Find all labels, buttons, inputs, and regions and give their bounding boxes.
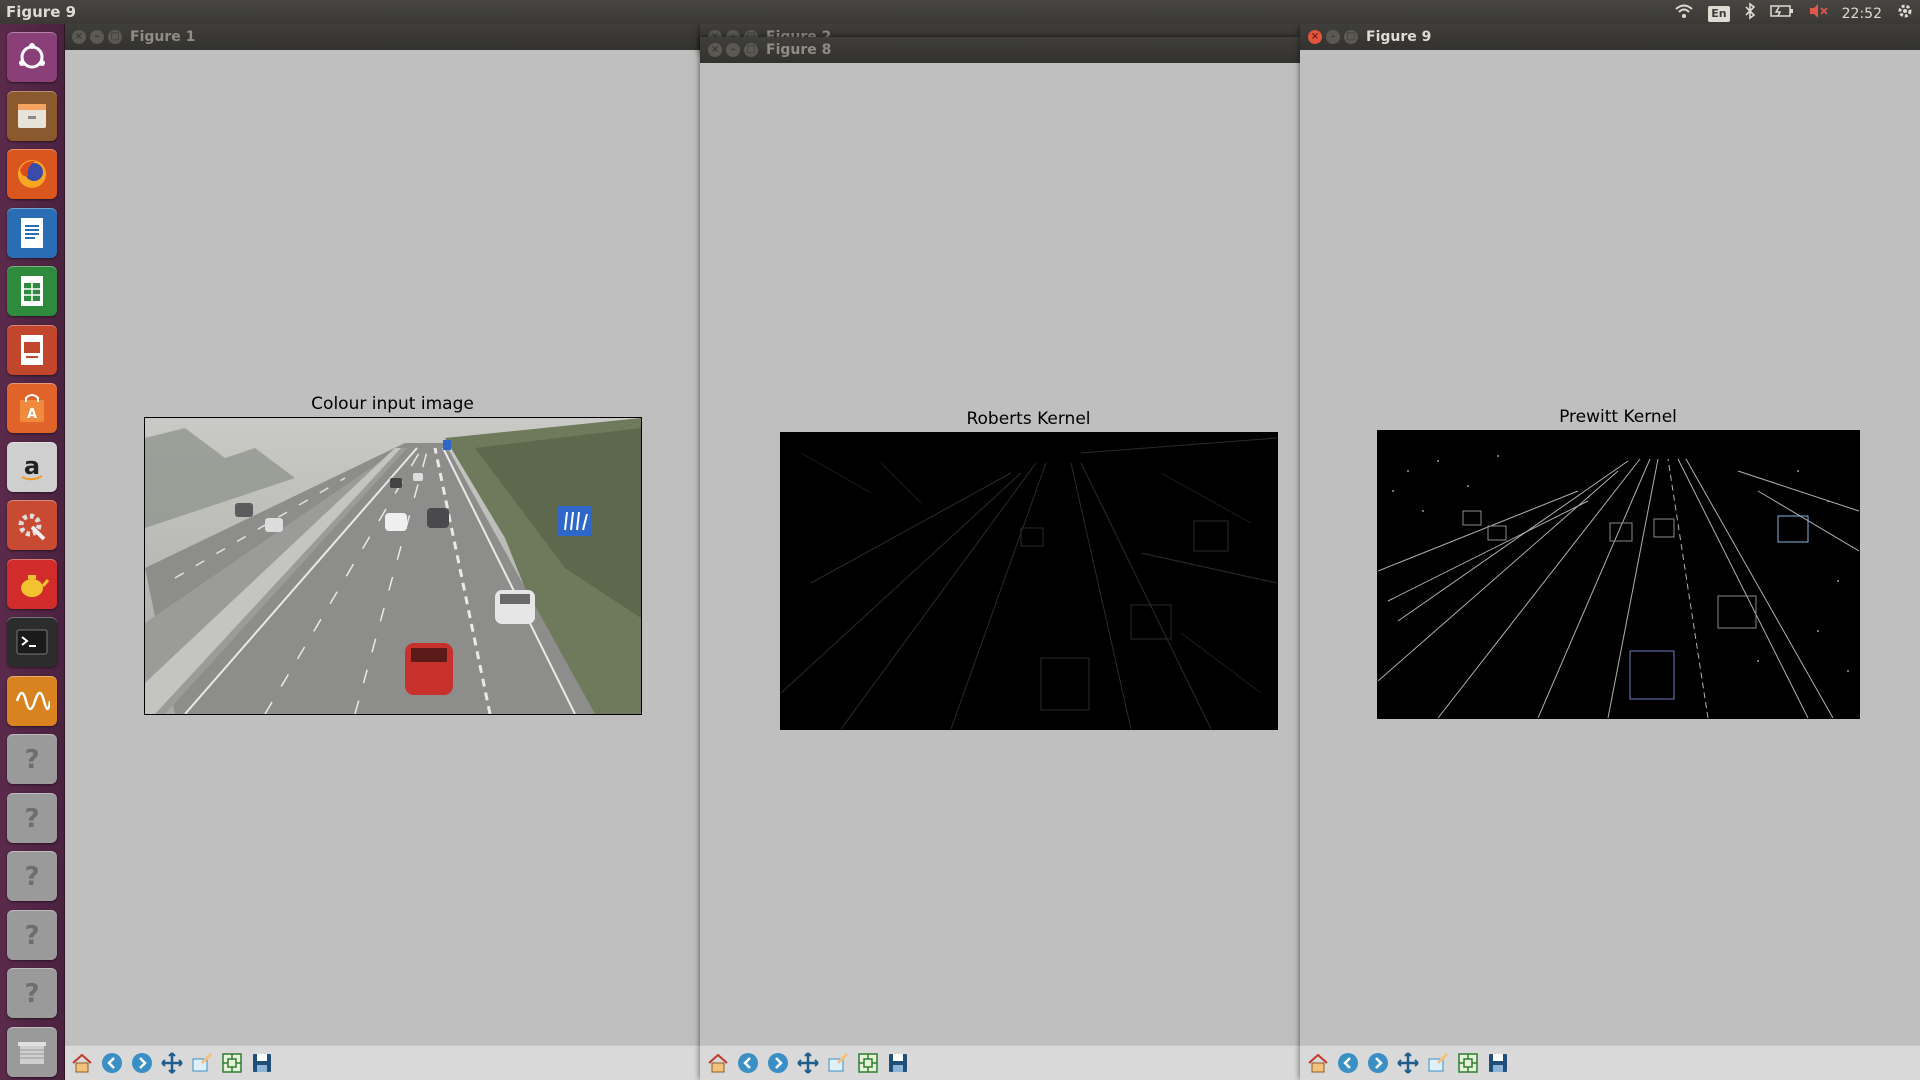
unknown-app-icon[interactable]: ? [7,968,57,1018]
oscilloscope-app-icon[interactable] [7,675,57,726]
svg-text:?: ? [24,921,39,951]
battery-icon[interactable] [1769,4,1794,24]
figure-8-titlebar[interactable]: × – □ Figure 8 [700,37,1300,63]
minimize-icon[interactable]: – [726,43,740,57]
prewitt-edge-image [1377,430,1860,719]
navigation-toolbar [700,1045,1300,1080]
unknown-app-icon[interactable]: ? [7,909,57,960]
input-image [144,417,642,715]
ubuntu-dash-icon[interactable] [7,32,57,82]
close-icon[interactable]: × [1308,30,1322,44]
system-gear-icon[interactable] [1896,2,1914,26]
forward-icon[interactable] [764,1049,792,1077]
figure-1-canvas[interactable]: Colour input image [64,50,700,1046]
zoom-icon[interactable] [824,1049,852,1077]
amazon-icon[interactable]: a [7,441,57,492]
back-icon[interactable] [734,1049,762,1077]
figure-1-titlebar[interactable]: × – □ Figure 1 [64,24,700,50]
forward-icon[interactable] [1364,1049,1392,1077]
libreoffice-calc-icon[interactable] [7,266,57,316]
maximize-icon[interactable]: □ [1344,30,1358,44]
maximize-icon[interactable]: □ [744,43,758,57]
figure-1-window[interactable]: × – □ Figure 1 Colour input image [64,24,700,1080]
unknown-app-icon[interactable]: ? [7,734,57,784]
libreoffice-writer-icon[interactable] [7,207,57,258]
close-icon[interactable]: × [72,30,86,44]
close-icon[interactable]: × [708,43,722,57]
maximize-icon[interactable]: □ [108,30,122,44]
svg-text:?: ? [24,979,39,1009]
prewitt-edges [1378,455,1859,718]
save-icon[interactable] [248,1049,276,1077]
home-icon[interactable] [1304,1049,1332,1077]
navigation-toolbar [1300,1045,1920,1080]
highway-photo [145,418,641,714]
back-icon[interactable] [1334,1049,1362,1077]
axes-title: Roberts Kernel [966,409,1091,429]
configure-subplots-icon[interactable] [218,1049,246,1077]
zoom-icon[interactable] [1424,1049,1452,1077]
trash-icon[interactable] [7,1026,57,1077]
launcher: Aa????? [0,24,65,1080]
axes-title: Prewitt Kernel [1559,407,1677,427]
teapot-app-icon[interactable] [7,558,57,609]
clock[interactable]: 22:52 [1842,6,1882,22]
pan-icon[interactable] [794,1049,822,1077]
navigation-toolbar [64,1045,700,1080]
minimize-icon[interactable]: – [90,30,104,44]
svg-text:?: ? [24,804,39,834]
roberts-edges [781,437,1277,729]
configure-subplots-icon[interactable] [1454,1049,1482,1077]
unknown-app-icon[interactable]: ? [7,792,57,843]
volume-muted-icon[interactable] [1808,3,1828,25]
home-icon[interactable] [68,1049,96,1077]
figure-9-window[interactable]: × – □ Figure 9 Prewitt Kernel [1300,24,1920,1080]
unknown-app-icon[interactable]: ? [7,851,57,901]
pan-icon[interactable] [1394,1049,1422,1077]
svg-text:?: ? [24,745,39,775]
indicator-area: En 22:52 [1674,2,1914,26]
file-manager-icon[interactable] [7,90,57,141]
software-center-icon[interactable]: A [7,383,57,433]
figure-8-window[interactable]: × – □ Figure 8 Roberts Kernel [700,37,1300,1080]
window-title: Figure 8 [766,42,832,58]
window-title: Figure 9 [1366,29,1432,45]
save-icon[interactable] [1484,1049,1512,1077]
configure-subplots-icon[interactable] [854,1049,882,1077]
forward-icon[interactable] [128,1049,156,1077]
top-panel: Figure 9 En 22:52 [0,0,1920,24]
minimize-icon[interactable]: – [1326,30,1340,44]
figure-8-canvas[interactable]: Roberts Kernel [700,63,1300,1046]
libreoffice-impress-icon[interactable] [7,324,57,375]
back-icon[interactable] [98,1049,126,1077]
svg-text:a: a [24,452,40,480]
roberts-edge-image [780,432,1278,730]
window-title: Figure 1 [130,29,196,45]
figure-9-canvas[interactable]: Prewitt Kernel [1300,50,1920,1046]
wifi-icon[interactable] [1674,3,1694,25]
active-window-title: Figure 9 [6,3,77,21]
keyboard-layout-indicator[interactable]: En [1708,6,1730,22]
pan-icon[interactable] [158,1049,186,1077]
axes-title: Colour input image [311,394,474,414]
figure-9-titlebar[interactable]: × – □ Figure 9 [1300,24,1920,50]
terminal-icon[interactable] [7,617,57,667]
firefox-icon[interactable] [7,149,57,199]
svg-text:?: ? [24,862,39,892]
system-settings-icon[interactable] [7,500,57,550]
save-icon[interactable] [884,1049,912,1077]
home-icon[interactable] [704,1049,732,1077]
bluetooth-icon[interactable] [1744,2,1756,26]
svg-text:A: A [27,407,37,422]
zoom-icon[interactable] [188,1049,216,1077]
